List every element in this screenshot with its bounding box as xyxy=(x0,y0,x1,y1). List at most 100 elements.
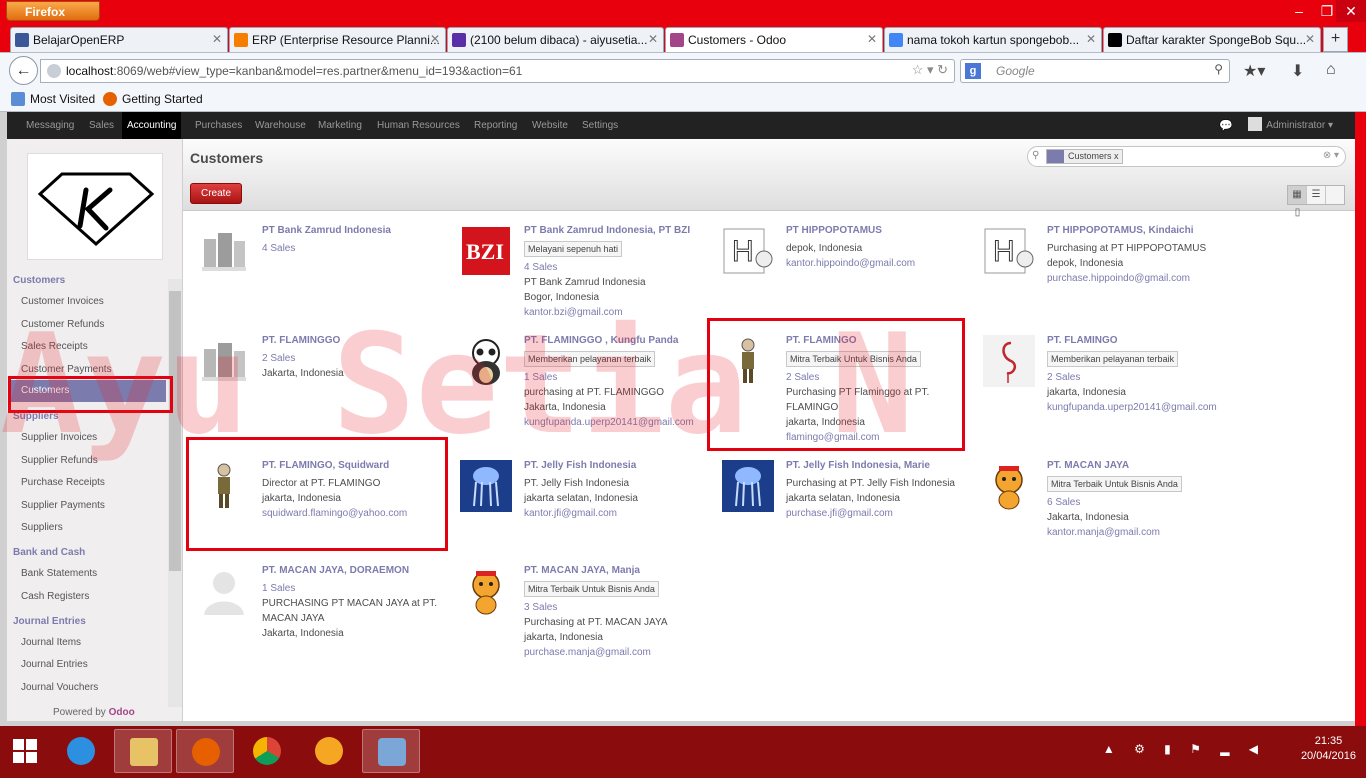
top-menu-marketing[interactable]: Marketing xyxy=(313,112,367,139)
sidebar-item-customer-payments[interactable]: Customer Payments xyxy=(21,364,112,375)
customer-email[interactable]: kantor.manja@gmail.com xyxy=(1047,525,1242,540)
customer-name[interactable]: PT. FLAMINGGO , Kungfu Panda xyxy=(524,335,678,346)
close-tab-icon[interactable]: ✕ xyxy=(648,32,658,46)
sidebar-item-journal-items[interactable]: Journal Items xyxy=(21,637,81,648)
minimize-icon[interactable]: – xyxy=(1284,0,1314,22)
web-search-box[interactable]: g Google ⚲ xyxy=(960,59,1230,83)
sales-count[interactable]: 4 Sales xyxy=(262,241,457,256)
customer-email[interactable]: purchase.manja@gmail.com xyxy=(524,645,719,660)
firefox-taskbar-icon[interactable] xyxy=(176,729,234,773)
sidebar-item-supplier-invoices[interactable]: Supplier Invoices xyxy=(21,432,97,443)
customer-card[interactable]: H PT HIPPOPOTAMUS, Kindaichi Purchasing at… xyxy=(983,225,1243,335)
odoo-link[interactable]: Odoo xyxy=(109,707,135,718)
sidebar-section-header[interactable]: Bank and Cash xyxy=(13,547,85,558)
customer-name[interactable]: PT. MACAN JAYA, Manja xyxy=(524,565,640,576)
form-view-icon[interactable]: ▯ xyxy=(1288,204,1307,222)
sidebar-scrollbar[interactable] xyxy=(168,279,182,707)
top-menu-sales[interactable]: Sales xyxy=(84,112,119,139)
kanban-view-icon[interactable]: ▦ xyxy=(1288,186,1307,204)
search-clear-icon[interactable]: ⊗ ▾ xyxy=(1323,150,1339,161)
clock[interactable]: 21:35 20/04/2016 xyxy=(1301,734,1356,764)
sidebar-item-bank-statements[interactable]: Bank Statements xyxy=(21,568,97,579)
sidebar-item-supplier-payments[interactable]: Supplier Payments xyxy=(21,500,105,511)
customer-name[interactable]: PT Bank Zamrud Indonesia xyxy=(262,225,391,236)
customer-card[interactable]: PT. FLAMINGGO 2 Sales Jakarta, Indonesia xyxy=(198,335,458,445)
sidebar-item-customer-refunds[interactable]: Customer Refunds xyxy=(21,319,104,330)
sales-count[interactable]: 6 Sales xyxy=(1047,495,1242,510)
sidebar-item-journal-vouchers[interactable]: Journal Vouchers xyxy=(21,682,98,693)
bookmarks-menu-icon[interactable]: ★▾ xyxy=(1243,61,1265,81)
sales-count[interactable]: 3 Sales xyxy=(524,600,719,615)
downloads-icon[interactable]: ⬇ xyxy=(1291,61,1304,81)
top-menu-reporting[interactable]: Reporting xyxy=(469,112,522,139)
customer-email[interactable]: kungfupanda.uperp20141@gmail.com xyxy=(524,415,719,430)
customer-name[interactable]: PT. Jelly Fish Indonesia xyxy=(524,460,636,471)
customer-email[interactable]: purchase.jfi@gmail.com xyxy=(786,506,981,521)
top-menu-accounting[interactable]: Accounting xyxy=(122,112,182,139)
top-menu-settings[interactable]: Settings xyxy=(577,112,623,139)
top-menu-human-resources[interactable]: Human Resources xyxy=(372,112,465,139)
sales-count[interactable]: 1 Sales xyxy=(262,581,457,596)
create-button[interactable]: Create xyxy=(190,183,242,204)
list-view-icon[interactable]: ☰ xyxy=(1307,186,1326,204)
top-menu-purchases[interactable]: Purchases xyxy=(190,112,247,139)
customer-name[interactable]: PT HIPPOPOTAMUS, Kindaichi xyxy=(1047,225,1194,236)
top-menu-website[interactable]: Website xyxy=(527,112,573,139)
close-tab-icon[interactable]: ✕ xyxy=(430,32,440,46)
system-tray[interactable]: ▲ ⚙ ▮ ⚑ ▂ ◀ xyxy=(1103,742,1266,756)
close-tab-icon[interactable]: ✕ xyxy=(867,32,877,46)
sidebar-section-header[interactable]: Journal Entries xyxy=(13,616,86,627)
home-icon[interactable]: ⌂ xyxy=(1326,61,1336,79)
bookmark-getting-started[interactable]: Getting Started xyxy=(103,92,203,106)
search-icon[interactable]: ⚲ xyxy=(1214,62,1223,76)
sales-count[interactable]: 2 Sales xyxy=(1047,370,1242,385)
browser-tab[interactable]: Daftar karakter SpongeBob Squ... ✕ xyxy=(1103,27,1321,52)
customer-card[interactable]: PT. Jelly Fish Indonesia, Marie Purchasin… xyxy=(722,460,982,570)
customer-name[interactable]: PT. MACAN JAYA, DORAEMON xyxy=(262,565,409,576)
customer-card[interactable]: PT. MACAN JAYA Mitra Terbaik Untuk Bisnis… xyxy=(983,460,1243,570)
customer-name[interactable]: PT. MACAN JAYA xyxy=(1047,460,1129,471)
customer-card[interactable]: PT. Jelly Fish Indonesia PT. Jelly Fish I… xyxy=(460,460,720,570)
search-input[interactable]: ⚲ Customers x ⊗ ▾ xyxy=(1027,146,1346,167)
bookmark-most-visited[interactable]: Most Visited xyxy=(11,92,95,106)
customer-card[interactable]: PT. MACAN JAYA, DORAEMON 1 Sales PURCHASIN… xyxy=(198,565,458,675)
top-menu-warehouse[interactable]: Warehouse xyxy=(250,112,311,139)
sidebar-item-customer-invoices[interactable]: Customer Invoices xyxy=(21,296,104,307)
close-tab-icon[interactable]: ✕ xyxy=(1305,32,1315,46)
sidebar-item-cash-registers[interactable]: Cash Registers xyxy=(21,591,89,602)
browser-tab[interactable]: ERP (Enterprise Resource Planni... ✕ xyxy=(229,27,446,52)
search-facet[interactable]: Customers x xyxy=(1046,149,1123,164)
customer-card[interactable]: BZI PT Bank Zamrud Indonesia, PT BZI Melay… xyxy=(460,225,720,335)
browser-tab[interactable]: (2100 belum dibaca) - aiyusetia... ✕ xyxy=(447,27,664,52)
chrome-icon[interactable] xyxy=(238,729,296,773)
customer-email[interactable]: kungfupanda.uperp20141@gmail.com xyxy=(1047,400,1242,415)
file-explorer-icon[interactable] xyxy=(114,729,172,773)
sidebar-item-purchase-receipts[interactable]: Purchase Receipts xyxy=(21,477,105,488)
internet-explorer-icon[interactable] xyxy=(52,729,110,773)
start-button[interactable] xyxy=(0,729,58,773)
customer-email[interactable]: kantor.hippoindo@gmail.com xyxy=(786,256,981,271)
scrollbar-thumb[interactable] xyxy=(169,291,181,571)
sidebar-item-journal-entries[interactable]: Journal Entries xyxy=(21,659,88,670)
customer-email[interactable]: kantor.bzi@gmail.com xyxy=(524,305,719,320)
browser-tab[interactable]: nama tokoh kartun spongebob... ✕ xyxy=(884,27,1102,52)
firefox-menu-button[interactable]: Firefox xyxy=(6,1,100,21)
close-window-icon[interactable]: ✕ xyxy=(1336,0,1366,22)
top-menu-messaging[interactable]: Messaging xyxy=(21,112,79,139)
sales-count[interactable]: 4 Sales xyxy=(524,260,719,275)
browser-tab[interactable]: BelajarOpenERP ✕ xyxy=(10,27,228,52)
customer-name[interactable]: PT. FLAMINGGO xyxy=(262,335,340,346)
sidebar-section-header[interactable]: Customers xyxy=(13,275,65,286)
customer-name[interactable]: PT. Jelly Fish Indonesia, Marie xyxy=(786,460,930,471)
bookmark-star-icon[interactable]: ☆ ▾ ↻ xyxy=(912,62,948,78)
customer-card[interactable]: PT. FLAMINGGO , Kungfu Panda Memberikan p… xyxy=(460,335,720,445)
sales-count[interactable]: 1 Sales xyxy=(524,370,719,385)
user-menu[interactable]: Administrator ▾ xyxy=(1248,112,1333,139)
sales-count[interactable]: 2 Sales xyxy=(262,351,457,366)
paint-icon[interactable] xyxy=(362,729,420,773)
back-icon[interactable]: ← xyxy=(9,56,38,85)
sidebar-item-suppliers[interactable]: Suppliers xyxy=(21,522,63,533)
customer-name[interactable]: PT. FLAMINGO xyxy=(1047,335,1118,346)
chat-icon[interactable]: 💬 xyxy=(1219,119,1233,132)
customer-card[interactable]: PT. FLAMINGO Memberikan pelayanan terbaik… xyxy=(983,335,1243,445)
